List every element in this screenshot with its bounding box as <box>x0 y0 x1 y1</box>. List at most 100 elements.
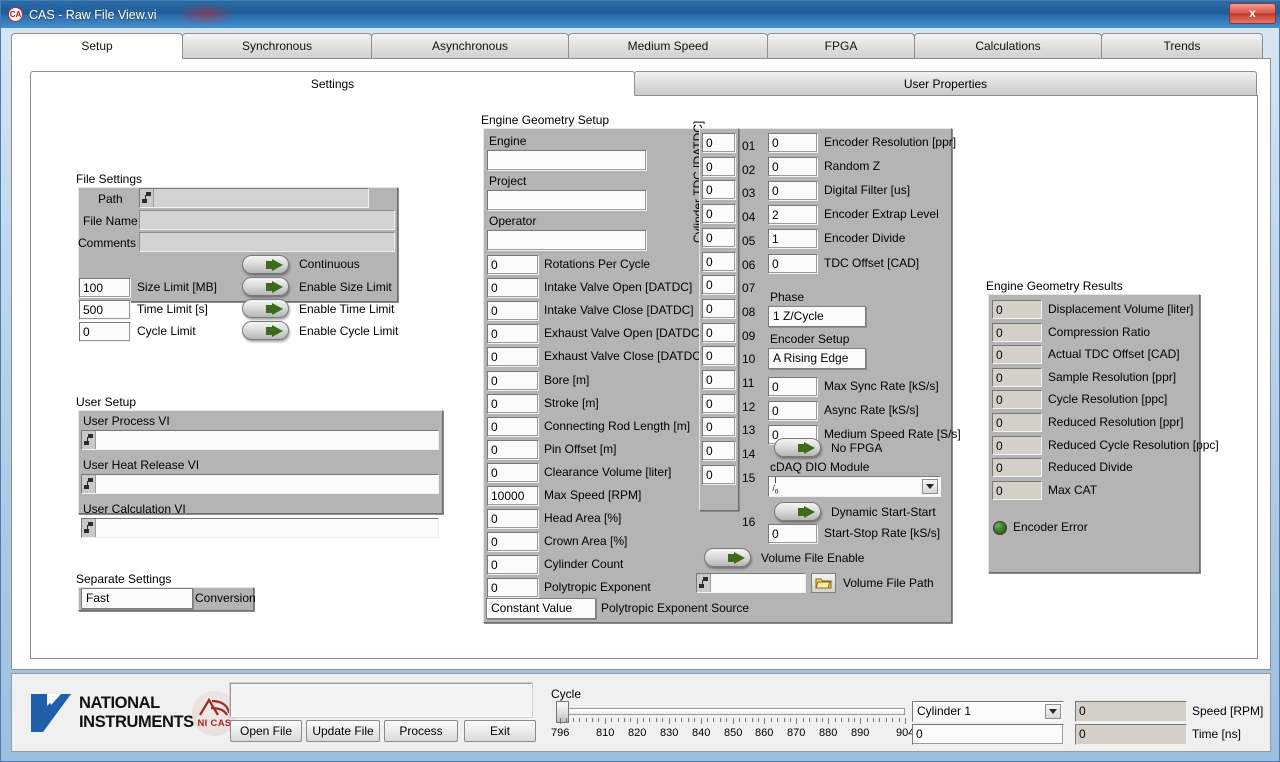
geo-field-input-3[interactable]: 0 <box>487 324 539 344</box>
encoder-field-input-5[interactable]: 0 <box>768 254 818 274</box>
encoder-rate-input-0[interactable]: 0 <box>768 377 818 397</box>
cylinder-tdc-input-15[interactable]: 0 <box>702 465 736 485</box>
geo-field-input-8[interactable]: 0 <box>487 440 539 460</box>
project-input[interactable] <box>487 190 647 211</box>
exit-button[interactable]: Exit <box>464 720 536 742</box>
cylinder-tdc-input-10[interactable]: 0 <box>702 346 736 366</box>
enable-time-limit-toggle[interactable] <box>242 299 289 318</box>
tab-setup[interactable]: Setup <box>11 33 183 59</box>
geo-field-label-11: Head Area [%] <box>544 511 622 525</box>
geo-field-input-13[interactable]: 0 <box>487 555 539 575</box>
conversion-select[interactable]: Fast <box>81 588 193 609</box>
subtab-settings[interactable]: Settings <box>30 71 635 96</box>
geo-field-input-5[interactable]: 0 <box>487 371 539 391</box>
results-title: Engine Geometry Results <box>986 279 1123 293</box>
cylinder-tdc-index-09: 09 <box>742 329 756 343</box>
app-icon: CA <box>8 7 23 22</box>
close-icon[interactable]: x <box>1229 3 1276 24</box>
cylinder-tdc-input-08[interactable]: 0 <box>702 299 736 319</box>
result-label-4: Cycle Resolution [ppc] <box>1048 392 1168 406</box>
cylinder-tdc-input-02[interactable]: 0 <box>702 157 736 177</box>
polytropic-source-select[interactable]: Constant Value <box>486 598 596 619</box>
user-heat-release-vi-input[interactable] <box>81 474 439 494</box>
cylinder-tdc-input-07[interactable]: 0 <box>702 275 736 295</box>
result-label-0: Displacement Volume [liter] <box>1048 302 1194 316</box>
geo-field-input-9[interactable]: 0 <box>487 463 539 483</box>
size-limit-input[interactable]: 100 <box>79 278 131 298</box>
encoder-field-input-0[interactable]: 0 <box>768 133 818 153</box>
subtab-user-properties[interactable]: User Properties <box>634 71 1257 96</box>
cylinder-tdc-input-09[interactable]: 0 <box>702 323 736 343</box>
encoder-field-input-2[interactable]: 0 <box>768 181 818 201</box>
start-stop-rate-input[interactable]: 0 <box>768 524 818 544</box>
folder-icon[interactable] <box>811 573 836 593</box>
cycle-slider-ticks <box>560 718 906 724</box>
cylinder-tdc-index-06: 06 <box>742 258 756 272</box>
operator-input[interactable] <box>487 230 647 251</box>
tab-calculations[interactable]: Calculations <box>914 33 1102 59</box>
cylinder-tdc-input-12[interactable]: 0 <box>702 394 736 414</box>
volume-file-enable-label: Volume File Enable <box>761 551 865 565</box>
cylinder-tdc-input-05[interactable]: 0 <box>702 228 736 248</box>
cycle-number-input[interactable]: 0 <box>912 724 1064 745</box>
user-process-vi-input[interactable] <box>81 430 439 450</box>
comments-input[interactable] <box>139 232 395 252</box>
geo-field-input-1[interactable]: 0 <box>487 278 539 298</box>
cdaq-dio-select[interactable]: I/0 <box>768 476 941 497</box>
chevron-down-icon[interactable] <box>922 479 938 494</box>
geo-field-input-6[interactable]: 0 <box>487 394 539 414</box>
cylinder-tdc-input-13[interactable]: 0 <box>702 417 736 437</box>
geo-field-input-11[interactable]: 0 <box>487 509 539 529</box>
cylinder-tdc-input-01[interactable]: 0 <box>702 133 736 153</box>
encoder-rate-input-1[interactable]: 0 <box>768 401 818 421</box>
cylinder-tdc-input-04[interactable]: 0 <box>702 204 736 224</box>
engine-input[interactable] <box>487 150 647 171</box>
geo-field-input-10[interactable]: 10000 <box>487 486 539 506</box>
dynamic-start-toggle[interactable] <box>774 502 821 521</box>
user-calculation-vi-input[interactable] <box>81 518 439 538</box>
logo-wordmark: NATIONAL INSTRUMENTS <box>79 694 194 732</box>
cycle-limit-input[interactable]: 0 <box>79 322 131 342</box>
geo-field-input-7[interactable]: 0 <box>487 417 539 437</box>
encoder-field-input-4[interactable]: 1 <box>768 229 818 249</box>
enable-cycle-limit-toggle[interactable] <box>242 321 289 340</box>
open-file-button[interactable]: Open File <box>230 720 302 742</box>
encoder-field-label-1: Random Z <box>824 159 881 173</box>
tab-medium-speed[interactable]: Medium Speed <box>568 33 768 59</box>
tab-trends[interactable]: Trends <box>1101 33 1263 59</box>
tab-synchronous[interactable]: Synchronous <box>182 33 372 59</box>
encoder-field-label-5: TDC Offset [CAD] <box>824 256 920 270</box>
result-value-3: 0 <box>992 368 1042 387</box>
no-fpga-label: No FPGA <box>831 441 883 455</box>
update-file-button[interactable]: Update File <box>306 720 380 742</box>
encoder-field-input-1[interactable]: 0 <box>768 157 818 177</box>
geo-field-input-4[interactable]: 0 <box>487 347 539 367</box>
geo-field-input-0[interactable]: 0 <box>487 255 539 275</box>
volume-file-enable-toggle[interactable] <box>704 548 751 567</box>
cylinder-select[interactable]: Cylinder 1 <box>912 701 1064 722</box>
path-input[interactable] <box>139 188 369 208</box>
time-limit-input[interactable]: 500 <box>79 300 131 320</box>
encoder-rate-label-1: Async Rate [kS/s] <box>824 403 919 417</box>
cycle-tick-label-870: 870 <box>787 727 806 739</box>
no-fpga-toggle[interactable] <box>774 438 821 457</box>
cylinder-tdc-input-11[interactable]: 0 <box>702 370 736 390</box>
phase-select[interactable]: 1 Z/Cycle <box>768 306 866 327</box>
cylinder-tdc-input-03[interactable]: 0 <box>702 180 736 200</box>
geo-field-input-12[interactable]: 0 <box>487 532 539 552</box>
encoder-field-input-3[interactable]: 2 <box>768 205 818 225</box>
volume-file-path-input[interactable] <box>696 573 806 593</box>
encoder-setup-select[interactable]: A Rising Edge <box>768 348 866 369</box>
enable-size-limit-toggle[interactable] <box>242 277 289 296</box>
process-button[interactable]: Process <box>384 720 458 742</box>
cylinder-tdc-input-06[interactable]: 0 <box>702 252 736 272</box>
cycle-slider-track[interactable] <box>560 708 905 715</box>
tab-fpga[interactable]: FPGA <box>767 33 915 59</box>
cylinder-tdc-input-14[interactable]: 0 <box>702 441 736 461</box>
geo-field-input-14[interactable]: 0 <box>487 578 539 598</box>
file-name-input[interactable] <box>139 210 395 230</box>
continuous-toggle[interactable] <box>242 255 289 274</box>
tab-asynchronous[interactable]: Asynchronous <box>371 33 569 59</box>
geo-field-input-2[interactable]: 0 <box>487 301 539 321</box>
chevron-down-icon[interactable] <box>1045 704 1061 719</box>
